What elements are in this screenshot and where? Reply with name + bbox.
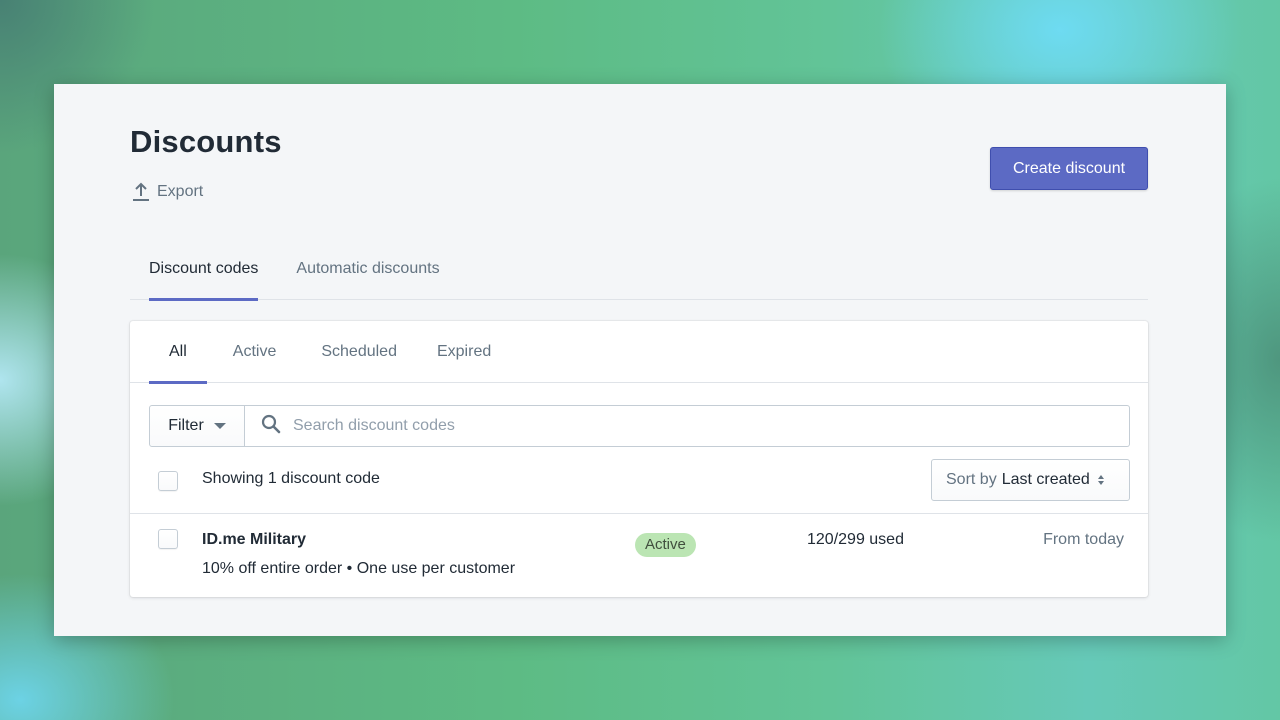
row-checkbox[interactable]	[158, 529, 178, 549]
filter-button[interactable]: Filter	[149, 405, 245, 447]
select-all-checkbox[interactable]	[158, 471, 178, 491]
export-icon	[132, 182, 150, 202]
filter-bar: Filter	[149, 405, 1130, 447]
search-icon	[261, 414, 281, 439]
discount-title: ID.me Military	[202, 531, 307, 548]
sort-select[interactable]: Sort by Last created	[931, 459, 1130, 501]
usage-count: 120/299 used	[807, 531, 904, 548]
tab-scheduled[interactable]: Scheduled	[321, 321, 397, 383]
discounts-page: Discounts Export Create discount Discoun…	[54, 84, 1226, 636]
discount-row[interactable]: ID.me Military 10% off entire order • On…	[130, 515, 1148, 597]
search-field[interactable]	[245, 405, 1130, 447]
tab-automatic-discounts[interactable]: Automatic discounts	[277, 244, 458, 300]
sort-label: Sort by	[946, 471, 997, 488]
discount-date: From today	[1043, 531, 1124, 548]
search-input[interactable]	[293, 417, 1129, 435]
caret-down-icon	[213, 423, 226, 429]
showing-count: Showing 1 discount code	[202, 470, 380, 487]
status-tabs: All Active Scheduled Expired	[130, 321, 1148, 384]
discount-codes-card: All Active Scheduled Expired Filter Sear…	[130, 321, 1148, 597]
discount-type-tabs: Discount codes Automatic discounts	[130, 244, 1148, 301]
discount-description: 10% off entire order • One use per custo…	[202, 560, 516, 577]
tab-discount-codes[interactable]: Discount codes	[130, 244, 277, 301]
export-button[interactable]: Export	[132, 182, 203, 202]
tab-expired[interactable]: Expired	[437, 321, 491, 383]
list-header: Showing 1 discount code Sort by Last cre…	[130, 459, 1148, 514]
export-label: Export	[157, 183, 204, 200]
create-discount-button[interactable]: Create discount	[990, 147, 1148, 190]
sort-arrows-icon	[1097, 475, 1104, 485]
page-title: Discounts	[130, 124, 282, 159]
tab-active[interactable]: Active	[233, 321, 277, 383]
sort-value: Last created	[1001, 471, 1090, 488]
status-badge: Active	[635, 533, 696, 557]
tab-all[interactable]: All	[149, 321, 207, 384]
filter-label: Filter	[168, 417, 204, 434]
